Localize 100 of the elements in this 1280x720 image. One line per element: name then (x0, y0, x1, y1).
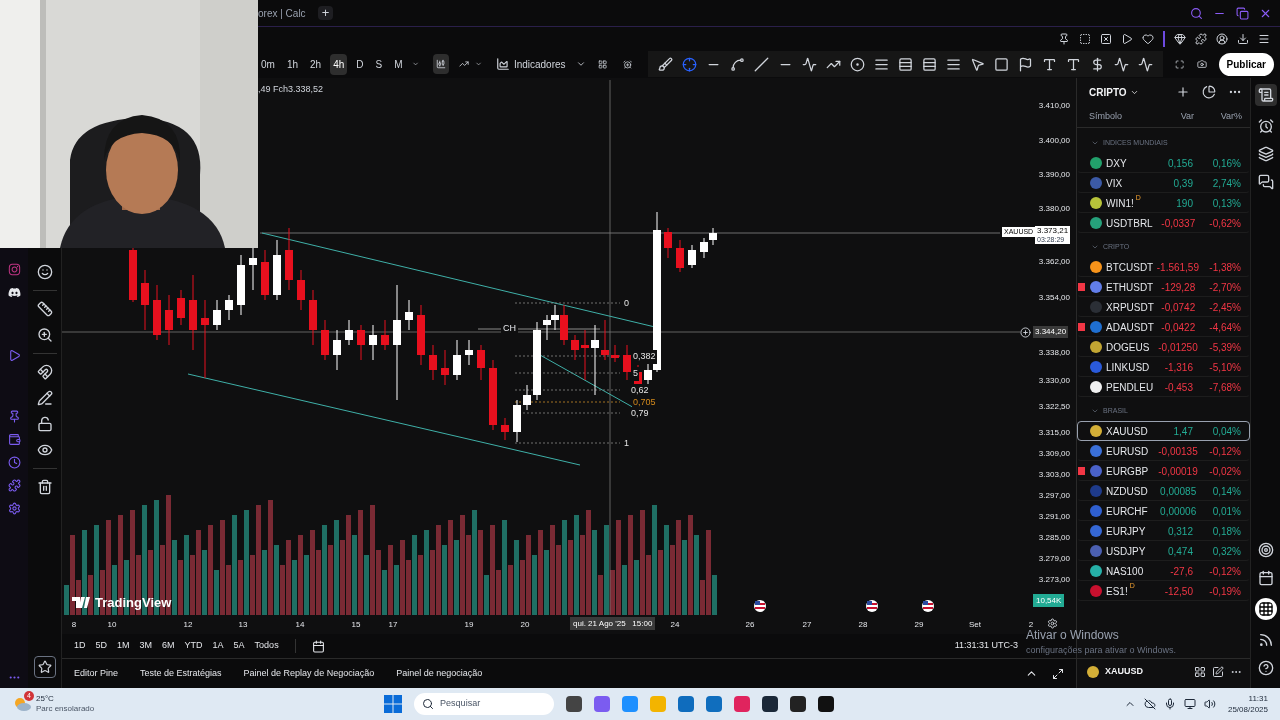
layers-icon[interactable] (1257, 146, 1274, 162)
event-flag-icon[interactable] (754, 600, 766, 612)
instagram-icon[interactable] (7, 263, 21, 276)
emoji-icon[interactable] (36, 264, 53, 280)
footer-symbol[interactable]: XAUUSD (1105, 664, 1143, 679)
fullscreen-icon[interactable] (1175, 57, 1185, 71)
drawing-tool-icon[interactable] (994, 56, 1010, 72)
trash-icon[interactable] (36, 479, 53, 495)
alarm-icon[interactable] (1257, 118, 1274, 134)
watchlist-row[interactable]: EURCHF 0,00006 0,01% (1077, 501, 1250, 521)
interval-tab[interactable]: 0m (258, 53, 278, 75)
menu-icon[interactable] (1258, 32, 1270, 45)
calendar-icon[interactable] (311, 639, 325, 653)
watchlist-row[interactable]: NZDUSD 0,00085 0,14% (1077, 481, 1250, 501)
alert-icon[interactable] (622, 57, 633, 71)
watchlist-row[interactable]: EURGBP -0,00019 -0,02% (1077, 461, 1250, 481)
flag-marker[interactable] (1078, 323, 1085, 331)
taskbar-app-icon[interactable] (566, 696, 583, 712)
mic-icon[interactable] (1163, 698, 1176, 710)
watchlist-row[interactable]: XRPUSDT -0,0742 -2,45% (1077, 297, 1250, 317)
wallet-icon[interactable] (7, 433, 21, 446)
range-button[interactable]: YTD (184, 639, 203, 653)
apps-icon[interactable] (1254, 598, 1277, 620)
event-flag-icon[interactable] (922, 600, 934, 612)
discord-icon[interactable] (7, 286, 21, 299)
panel-tab[interactable]: Teste de Estratégias (140, 666, 222, 681)
edit-icon[interactable] (1212, 665, 1224, 678)
watchlist-row[interactable]: NAS100 -27,6 -0,12% (1077, 561, 1250, 581)
maximize-icon[interactable] (1052, 667, 1064, 680)
taskbar-app-icon[interactable] (818, 696, 835, 712)
range-button[interactable]: 3M (139, 639, 153, 653)
range-button[interactable]: 1M (117, 639, 130, 653)
play-icon[interactable] (1121, 32, 1133, 45)
drawing-tool-icon[interactable] (946, 56, 962, 72)
pencil-lock-icon[interactable] (36, 390, 53, 406)
publish-button[interactable]: Publicar (1218, 52, 1274, 76)
indicators-button[interactable]: Indicadores (495, 56, 586, 72)
select-icon[interactable] (1079, 32, 1091, 45)
drawing-tool-icon[interactable] (1018, 56, 1034, 72)
interval-tab[interactable]: S (372, 53, 386, 75)
watchlist-row[interactable]: USDJPY 0,474 0,32% (1077, 541, 1250, 561)
watchlist-row[interactable]: LINKUSD -1,316 -5,10% (1077, 357, 1250, 377)
panel-tab[interactable]: Painel de negociação (396, 666, 483, 681)
profile-icon[interactable] (1216, 32, 1228, 45)
column-header[interactable]: Var% (1194, 109, 1242, 124)
weather-icon[interactable] (12, 695, 32, 713)
taskbar-app-icon[interactable] (790, 696, 807, 712)
drawing-tool-icon[interactable] (898, 56, 914, 72)
drawing-tool-icon[interactable] (922, 56, 938, 72)
range-button[interactable]: 6M (162, 639, 175, 653)
range-button[interactable]: 5A (233, 639, 245, 653)
column-header[interactable]: Var (1154, 109, 1194, 124)
cloud-off-icon[interactable] (1143, 698, 1156, 710)
templates-icon[interactable] (597, 57, 607, 71)
browser-tab[interactable]: orex | Calc (258, 5, 306, 21)
help-icon[interactable] (1257, 660, 1274, 676)
drawing-tool-icon[interactable] (1042, 56, 1058, 72)
heart-icon[interactable] (1142, 32, 1154, 45)
watchlist-row[interactable]: XAUUSD 1,47 0,04% (1077, 421, 1250, 441)
watchlist-row[interactable]: EURJPY 0,312 0,18% (1077, 521, 1250, 541)
volume-icon[interactable] (1203, 698, 1216, 710)
new-tab-button[interactable]: + (317, 6, 334, 20)
flag-marker[interactable] (1078, 283, 1085, 291)
grid-icon[interactable] (1194, 665, 1206, 678)
range-button[interactable]: 1A (212, 639, 224, 653)
taskbar-app-icon[interactable] (762, 696, 779, 712)
download-icon[interactable] (1237, 32, 1249, 45)
target-icon[interactable] (1257, 542, 1274, 558)
watchlist-row[interactable]: VIX 0,39 2,74% (1077, 173, 1250, 193)
chart-pie-icon[interactable] (1202, 85, 1216, 99)
watchlist-row[interactable]: ETHUSDT -129,28 -2,70% (1077, 277, 1250, 297)
drawing-tool-icon[interactable] (658, 56, 674, 72)
chat-icon[interactable] (1257, 174, 1274, 190)
panel-tab[interactable]: Painel de Replay de Negociação (243, 666, 375, 681)
lock-icon[interactable] (36, 416, 53, 432)
pin-icon[interactable] (1058, 32, 1070, 45)
start-icon[interactable] (384, 695, 403, 713)
extension-icon[interactable] (1174, 32, 1186, 45)
watchlist-row[interactable]: DXY 0,156 0,16% (1077, 153, 1250, 173)
interval-tab[interactable]: 1h (283, 53, 302, 75)
candles-icon[interactable] (432, 54, 449, 74)
interval-tab[interactable]: 2h (307, 53, 325, 75)
event-flag-icon[interactable] (866, 600, 878, 612)
taskbar-search[interactable]: Pesquisar (414, 693, 555, 715)
close-box-icon[interactable] (1100, 32, 1112, 45)
interval-tab[interactable]: 4h (330, 53, 348, 75)
search-icon[interactable] (1190, 6, 1203, 20)
watchlist-row[interactable]: EURUSD -0,00135 -0,12% (1077, 441, 1250, 461)
camera-icon[interactable] (1196, 57, 1207, 71)
panel-tab[interactable]: Editor Pine (74, 666, 119, 681)
eye-icon[interactable] (36, 442, 53, 458)
range-button[interactable]: 5D (95, 639, 108, 653)
watchlist-row[interactable]: PENDLEU -0,453 -7,68% (1077, 377, 1250, 397)
column-header[interactable]: Símbolo (1089, 109, 1154, 124)
watchlist-row[interactable]: DOGEUS -0,01250 -5,39% (1077, 337, 1250, 357)
add-icon[interactable] (1176, 85, 1190, 99)
calendar-icon[interactable] (1257, 570, 1274, 586)
interval-tab[interactable]: D (353, 53, 367, 75)
watchlist-title[interactable]: CRIPTO (1089, 84, 1139, 100)
drawing-tool-icon[interactable] (874, 56, 890, 72)
